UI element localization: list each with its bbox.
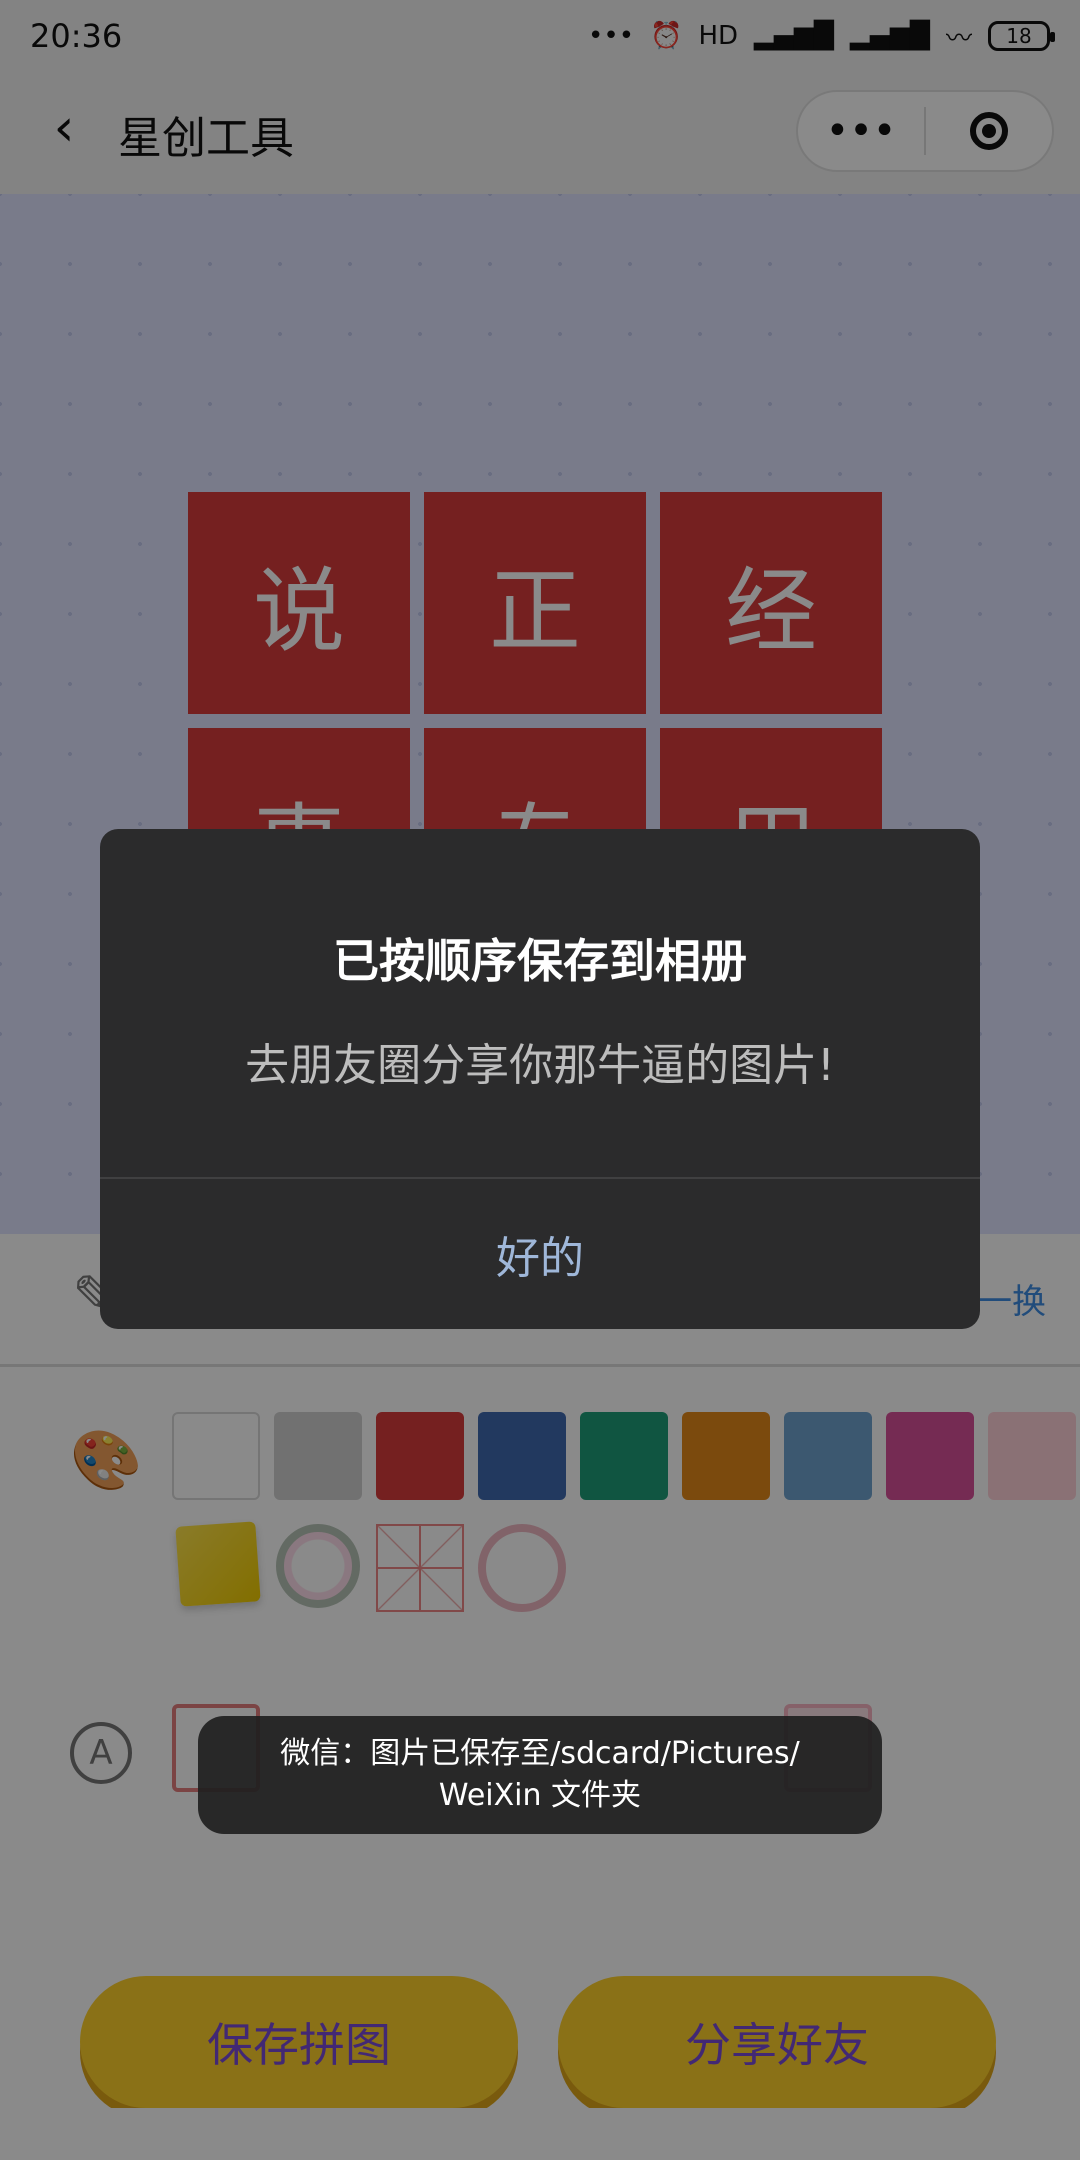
screen: 20:36 ••• ⏰ HD ▂▄▆█ ▂▄▆█ 〰 18 ‹ 星创工具 ••• xyxy=(0,0,1080,2160)
dialog-message: 去朋友圈分享你那牛逼的图片! xyxy=(245,1040,835,1091)
save-complete-dialog: 已按顺序保存到相册 去朋友圈分享你那牛逼的图片! 好的 xyxy=(100,829,980,1329)
dialog-title: 已按顺序保存到相册 xyxy=(333,934,747,988)
saved-toast: 微信：图片已保存至/sdcard/Pictures/ WeiXin 文件夹 xyxy=(198,1716,882,1834)
dialog-ok-label: 好的 xyxy=(496,1233,584,1284)
toast-line-2: WeiXin 文件夹 xyxy=(438,1778,642,1813)
dialog-ok-button[interactable]: 好的 xyxy=(100,1179,980,1329)
toast-line-1: 微信：图片已保存至/sdcard/Pictures/ xyxy=(280,1736,800,1771)
